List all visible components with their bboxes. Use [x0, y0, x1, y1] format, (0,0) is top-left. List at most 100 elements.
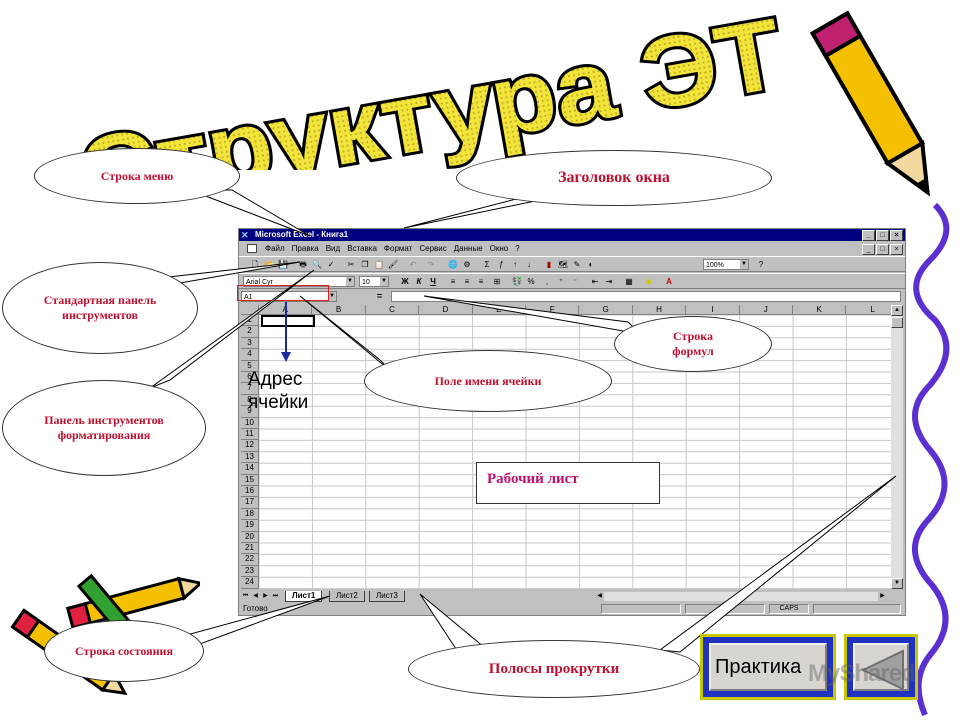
copy-icon[interactable]: ❐ [359, 259, 371, 270]
print-icon[interactable]: 🖶 [297, 259, 309, 270]
undo-icon[interactable]: ↶ [407, 259, 419, 270]
menu-help[interactable]: ? [515, 242, 519, 255]
column-header[interactable]: D [419, 305, 473, 315]
formula-input[interactable] [391, 291, 901, 302]
row-header[interactable]: 4 [241, 349, 259, 361]
redo-icon[interactable]: ↷ [425, 259, 437, 270]
menu-window[interactable]: Окно [490, 242, 509, 255]
row-header[interactable]: 10 [241, 417, 259, 429]
chart-wizard-icon[interactable]: ▮ [543, 259, 555, 270]
merge-center-icon[interactable]: ⊞ [491, 276, 503, 287]
increase-decimal-icon[interactable]: ⁺ [555, 276, 567, 287]
row-header[interactable]: 13 [241, 451, 259, 464]
sort-desc-icon[interactable]: ↓ [523, 259, 535, 270]
help-icon[interactable]: ? [755, 259, 767, 270]
menu-data[interactable]: Данные [454, 242, 483, 255]
doc-minimize-button[interactable]: _ [862, 244, 875, 255]
row-header[interactable]: 14 [241, 463, 259, 475]
maximize-button[interactable]: □ [876, 230, 889, 241]
row-header[interactable]: 2 [241, 326, 259, 338]
sheet-tab-1[interactable]: Лист1 [285, 591, 323, 602]
doc-restore-button[interactable]: □ [876, 244, 889, 255]
row-header[interactable]: 24 [241, 577, 259, 589]
row-header[interactable]: 1 [241, 315, 259, 327]
row-header[interactable]: 18 [241, 508, 259, 521]
column-header[interactable]: C [365, 305, 420, 315]
hyperlink-icon[interactable]: ⚙ [461, 259, 473, 270]
preview-icon[interactable]: 🔍 [311, 259, 323, 270]
column-header[interactable]: J [739, 305, 793, 315]
menu-format[interactable]: Формат [384, 242, 412, 255]
prev-sheet-icon[interactable]: ◀ [251, 592, 260, 601]
close-button[interactable]: × [890, 230, 903, 241]
font-color-icon[interactable]: A [663, 276, 675, 287]
row-header[interactable]: 19 [241, 520, 259, 532]
sort-asc-icon[interactable]: ↑ [509, 259, 521, 270]
column-header[interactable]: E [472, 305, 526, 315]
map-icon[interactable]: 🗺 [557, 259, 569, 270]
worksheet-grid[interactable]: ABCDEFGHIJKL 123456789101112131415161718… [241, 305, 891, 589]
document-icon[interactable] [247, 244, 257, 253]
select-all-corner[interactable] [241, 305, 259, 315]
doc-close-button[interactable]: × [890, 244, 903, 255]
row-header[interactable]: 11 [241, 429, 259, 441]
fill-color-icon[interactable]: ◆ [643, 276, 655, 287]
drawing-icon[interactable]: ✎ [571, 259, 583, 270]
menu-view[interactable]: Вид [326, 242, 340, 255]
format-painter-icon[interactable]: 🖌 [387, 259, 399, 270]
column-header[interactable]: F [526, 305, 580, 315]
column-header[interactable]: L [846, 305, 891, 315]
new-file-icon[interactable]: 🗋 [249, 259, 261, 270]
column-header[interactable]: K [793, 305, 847, 315]
row-header[interactable]: 22 [241, 554, 259, 566]
minimize-button[interactable]: _ [862, 230, 875, 241]
row-header[interactable]: 21 [241, 543, 259, 555]
currency-icon[interactable]: 💱 [511, 276, 523, 287]
bold-button[interactable]: Ж [399, 276, 411, 287]
open-file-icon[interactable]: 📂 [263, 259, 275, 270]
scroll-up-icon[interactable]: ▲ [891, 305, 903, 316]
menu-tools[interactable]: Сервис [419, 242, 446, 255]
row-header[interactable]: 3 [241, 337, 259, 350]
spelling-icon[interactable]: ✓ [325, 259, 337, 270]
align-right-icon[interactable]: ≡ [475, 276, 487, 287]
autosum-icon[interactable]: Σ [481, 259, 493, 270]
italic-button[interactable]: К [413, 276, 425, 287]
row-header[interactable]: 16 [241, 486, 259, 498]
decrease-decimal-icon[interactable]: ⁻ [569, 276, 581, 287]
scroll-left-icon[interactable]: ◀ [595, 592, 604, 601]
menu-insert[interactable]: Вставка [347, 242, 377, 255]
font-size-select[interactable]: 10 ▼ [359, 276, 389, 287]
underline-button[interactable]: Ч [427, 276, 439, 287]
sheet-tab-3[interactable]: Лист3 [369, 591, 405, 602]
borders-icon[interactable]: ▦ [623, 276, 635, 287]
column-header[interactable]: B [312, 305, 366, 315]
function-icon[interactable]: ƒ [495, 259, 507, 270]
web-icon[interactable]: 🌐 [447, 259, 459, 270]
save-icon[interactable]: 💾 [277, 259, 289, 270]
paste-icon[interactable]: 📋 [373, 259, 385, 270]
vertical-scrollbar[interactable]: ▲ ▼ [891, 305, 903, 589]
comma-icon[interactable]: , [541, 276, 553, 287]
sheet-tab-2[interactable]: Лист2 [329, 591, 365, 602]
row-header[interactable]: 12 [241, 440, 259, 452]
column-header[interactable]: I [686, 305, 740, 315]
scroll-right-icon[interactable]: ▶ [878, 592, 887, 601]
menu-edit[interactable]: Правка [292, 242, 319, 255]
next-sheet-icon[interactable]: ▶ [261, 592, 270, 601]
align-left-icon[interactable]: ≡ [447, 276, 459, 287]
row-header[interactable]: 20 [241, 531, 259, 543]
increase-indent-icon[interactable]: ⇥ [603, 276, 615, 287]
decrease-indent-icon[interactable]: ⇤ [589, 276, 601, 287]
zoom-select[interactable]: 100% ▼ [703, 259, 749, 270]
column-header[interactable]: H [632, 305, 687, 315]
last-sheet-icon[interactable]: ⏭ [271, 592, 280, 601]
horizontal-scrollbar[interactable]: ◀ ▶ [595, 592, 887, 601]
scroll-down-icon[interactable]: ▼ [891, 578, 903, 589]
first-sheet-icon[interactable]: ⏮ [241, 592, 250, 601]
column-header[interactable]: G [579, 305, 633, 315]
scroll-thumb[interactable] [891, 317, 903, 328]
formula-equals-button[interactable]: = [377, 291, 382, 301]
row-header[interactable]: 17 [241, 497, 259, 509]
row-header[interactable]: 15 [241, 474, 259, 486]
